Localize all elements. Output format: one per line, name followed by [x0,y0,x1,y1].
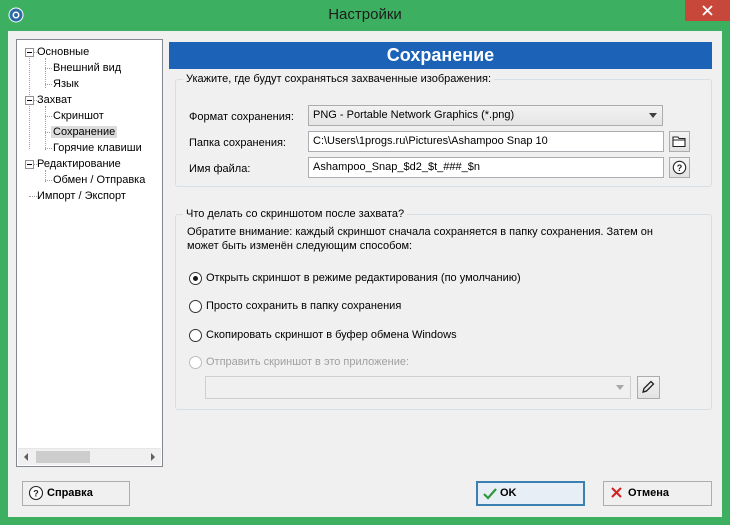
scroll-thumb[interactable] [36,451,90,463]
folder-path-input[interactable]: C:\Users\1progs.ru\Pictures\Ashampoo Sna… [308,131,664,152]
section-header: Сохранение [169,42,712,69]
radio-just-save[interactable]: Просто сохранить в папку сохранения [189,299,589,315]
chevron-down-icon [616,385,624,390]
arrow-left-icon [24,453,28,461]
filename-input[interactable]: Ashampoo_Snap_$d2_$t_###_$n [308,157,664,178]
tree-item-sharing[interactable]: Обмен / Отправка [53,172,145,188]
dialog-body: Основные Внешний вид Язык Захват Скриншо… [8,31,722,517]
tree-item-language[interactable]: Язык [53,76,79,92]
svg-text:?: ? [33,489,39,499]
format-select-value: PNG - Portable Network Graphics (*.png) [313,109,515,121]
radio-send-to-app: Отправить скриншот в это приложение: [189,355,589,371]
tree-item-import-export[interactable]: Импорт / Экспорт [37,188,126,204]
after-capture-note-line-2: может быть изменён следующим способом: [187,240,413,252]
title-bar: Настройки [0,0,730,31]
scroll-left-button[interactable] [18,449,35,465]
radio-copy-clipboard[interactable]: Скопировать скриншот в буфер обмена Wind… [189,328,589,344]
tree-item-saving[interactable]: Сохранение [51,124,118,140]
radio-open-editor[interactable]: Открыть скриншот в режиме редактирования… [189,271,589,287]
radio-button-disabled [189,356,202,369]
svg-text:?: ? [677,163,683,173]
tree-item-appearance[interactable]: Внешний вид [53,60,121,76]
radio-button-checked[interactable] [189,272,202,285]
close-button[interactable] [685,0,730,21]
tree-item-capture[interactable]: Захват [37,92,72,108]
filename-label: Имя файла: [189,163,251,175]
chevron-down-icon [649,113,657,118]
format-select[interactable]: PNG - Portable Network Graphics (*.png) [308,105,663,126]
question-circle-icon: ? [28,485,44,501]
after-capture-group-title: Что делать со скриншотом после захвата? [183,208,408,220]
cross-icon [611,487,622,498]
tree-item-editing[interactable]: Редактирование [37,156,121,172]
tree-item-basic[interactable]: Основные [37,44,89,60]
collapse-toggle-editing[interactable] [25,160,34,169]
arrow-right-icon [151,453,155,461]
after-capture-note-line-1: Обратите внимание: каждый скриншот снача… [187,226,653,238]
tree-item-hotkeys[interactable]: Горячие клавиши [53,140,142,156]
tree-horizontal-scrollbar[interactable] [18,448,161,465]
collapse-toggle-capture[interactable] [25,96,34,105]
radio-button[interactable] [189,329,202,342]
close-icon [702,5,713,16]
ok-button[interactable]: OK [476,481,585,506]
checkmark-icon [483,488,497,500]
folder-icon [672,136,686,148]
help-button[interactable]: ? Справка [22,481,130,506]
cancel-button[interactable]: Отмена [603,481,712,506]
pencil-icon [642,380,655,393]
filename-help-button[interactable]: ? [669,157,690,178]
edit-app-button[interactable] [637,376,660,399]
settings-tree: Основные Внешний вид Язык Захват Скриншо… [16,39,163,467]
format-label: Формат сохранения: [189,111,294,123]
folder-label: Папка сохранения: [189,137,286,149]
browse-folder-button[interactable] [669,131,690,152]
question-circle-icon: ? [672,160,687,175]
tree-item-screenshot[interactable]: Скриншот [53,108,104,124]
scroll-right-button[interactable] [144,449,161,465]
radio-button[interactable] [189,300,202,313]
collapse-toggle-basic[interactable] [25,48,34,57]
send-app-select [205,376,631,399]
save-location-group-title: Укажите, где будут сохраняться захваченн… [183,73,495,85]
window-title: Настройки [328,6,402,23]
